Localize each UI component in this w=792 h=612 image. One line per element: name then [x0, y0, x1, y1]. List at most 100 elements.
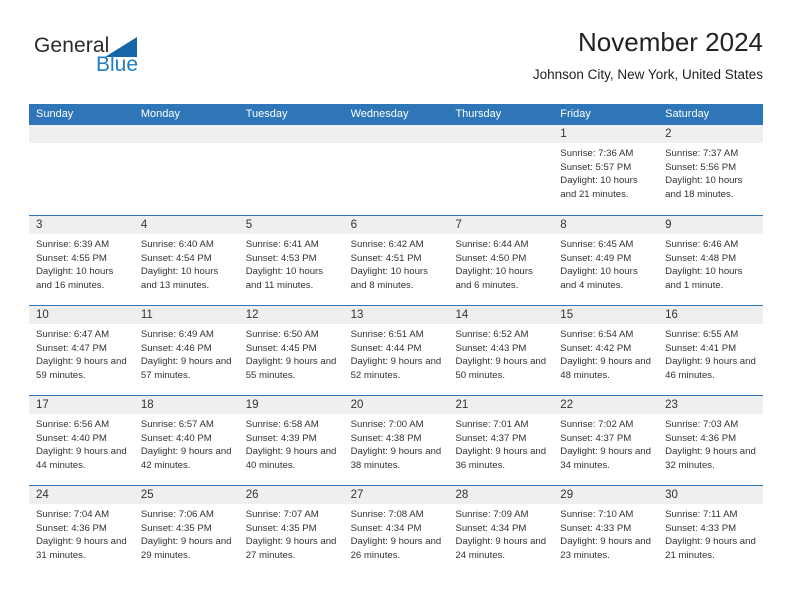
- day-sun-info: Sunrise: 7:03 AM Sunset: 4:36 PM Daylight:…: [658, 414, 763, 472]
- calendar-day-cell[interactable]: 17 Sunrise: 6:56 AM Sunset: 4:40 PM Dayligh…: [29, 396, 134, 485]
- calendar-day-cell[interactable]: 3 Sunrise: 6:39 AM Sunset: 4:55 PM Daylight…: [29, 216, 134, 305]
- calendar-day-cell[interactable]: 14 Sunrise: 6:52 AM Sunset: 4:43 PM Dayligh…: [448, 306, 554, 395]
- calendar-day-cell[interactable]: 1 Sunrise: 7:36 AM Sunset: 5:57 PM Daylight…: [553, 125, 659, 215]
- calendar-day-cell[interactable]: 13 Sunrise: 6:51 AM Sunset: 4:44 PM Dayligh…: [343, 306, 449, 395]
- calendar-day-cell[interactable]: 12 Sunrise: 6:50 AM Sunset: 4:45 PM Dayligh…: [238, 306, 344, 395]
- daylight-text: Daylight: 9 hours and 44 minutes.: [36, 446, 127, 471]
- calendar-day-cell[interactable]: 15 Sunrise: 6:54 AM Sunset: 4:42 PM Dayligh…: [553, 306, 659, 395]
- sunset-text: Sunset: 5:57 PM: [560, 161, 632, 173]
- sunrise-text: Sunrise: 6:51 AM: [350, 329, 424, 340]
- day-number: 17: [29, 396, 134, 414]
- sunset-text: Sunset: 4:37 PM: [560, 432, 632, 444]
- day-sun-info: Sunrise: 6:50 AM Sunset: 4:45 PM Daylight:…: [239, 324, 344, 382]
- sunrise-text: Sunrise: 7:01 AM: [455, 419, 529, 430]
- calendar-day-cell[interactable]: 10 Sunrise: 6:47 AM Sunset: 4:47 PM Dayligh…: [29, 306, 134, 395]
- sunset-text: Sunset: 4:40 PM: [140, 432, 212, 444]
- calendar-day-cell[interactable]: 16 Sunrise: 6:55 AM Sunset: 4:41 PM Dayligh…: [658, 306, 764, 395]
- calendar-day-cell[interactable]: 9 Sunrise: 6:46 AM Sunset: 4:48 PM Daylight…: [658, 216, 764, 305]
- day-sun-info: Sunrise: 6:42 AM Sunset: 4:51 PM Daylight:…: [344, 234, 449, 292]
- calendar-day-cell[interactable]: 4 Sunrise: 6:40 AM Sunset: 4:54 PM Daylight…: [133, 216, 239, 305]
- day-sun-info: Sunrise: 6:44 AM Sunset: 4:50 PM Daylight:…: [448, 234, 553, 292]
- calendar-day-cell[interactable]: 30 Sunrise: 7:11 AM Sunset: 4:33 PM Dayligh…: [658, 486, 764, 575]
- calendar-day-cell[interactable]: 8 Sunrise: 6:45 AM Sunset: 4:49 PM Daylight…: [553, 216, 659, 305]
- day-sun-info: Sunrise: 7:36 AM Sunset: 5:57 PM Daylight:…: [553, 143, 658, 201]
- daylight-text: Daylight: 10 hours and 13 minutes.: [140, 266, 219, 291]
- day-number: [29, 125, 134, 143]
- daylight-text: Daylight: 9 hours and 59 minutes.: [36, 356, 127, 381]
- day-sun-info: Sunrise: 6:57 AM Sunset: 4:40 PM Daylight:…: [134, 414, 239, 472]
- day-number: 29: [553, 486, 659, 504]
- calendar-day-cell[interactable]: 11 Sunrise: 6:49 AM Sunset: 4:46 PM Dayligh…: [133, 306, 239, 395]
- weekday-header-tuesday: Tuesday: [245, 108, 288, 120]
- day-number: 30: [658, 486, 764, 504]
- sunrise-text: Sunrise: 6:42 AM: [350, 239, 424, 250]
- calendar-day-cell[interactable]: 29 Sunrise: 7:10 AM Sunset: 4:33 PM Dayligh…: [553, 486, 659, 575]
- calendar-day-cell[interactable]: 24 Sunrise: 7:04 AM Sunset: 4:36 PM Dayligh…: [29, 486, 134, 575]
- day-number: 14: [448, 306, 554, 324]
- day-number: 16: [658, 306, 764, 324]
- day-number: 9: [658, 216, 764, 234]
- calendar-day-cell[interactable]: 21 Sunrise: 7:01 AM Sunset: 4:37 PM Dayligh…: [448, 396, 554, 485]
- sunrise-text: Sunrise: 6:54 AM: [560, 329, 634, 340]
- sunrise-text: Sunrise: 6:52 AM: [455, 329, 529, 340]
- calendar-day-cell[interactable]: 2 Sunrise: 7:37 AM Sunset: 5:56 PM Daylight…: [658, 125, 764, 215]
- calendar-day-cell[interactable]: 26 Sunrise: 7:07 AM Sunset: 4:35 PM Dayligh…: [238, 486, 344, 575]
- daylight-text: Daylight: 9 hours and 26 minutes.: [350, 536, 442, 561]
- day-sun-info: Sunrise: 7:00 AM Sunset: 4:38 PM Daylight:…: [344, 414, 449, 472]
- sunset-text: Sunset: 4:55 PM: [36, 252, 107, 264]
- day-number: 1: [553, 125, 659, 143]
- sunrise-text: Sunrise: 6:45 AM: [560, 239, 634, 250]
- daylight-text: Daylight: 10 hours and 8 minutes.: [350, 266, 428, 291]
- daylight-text: Daylight: 9 hours and 21 minutes.: [665, 536, 756, 561]
- calendar-day-cell[interactable]: 7 Sunrise: 6:44 AM Sunset: 4:50 PM Daylight…: [448, 216, 554, 305]
- sunrise-text: Sunrise: 7:04 AM: [36, 509, 110, 520]
- day-number: [343, 125, 449, 143]
- day-number: 5: [238, 216, 344, 234]
- weekday-header-thursday: Thursday: [455, 108, 502, 120]
- page-header: General Blue November 2024 Johnson City,…: [29, 26, 763, 98]
- weekday-header-friday: Friday: [560, 108, 591, 120]
- sunrise-text: Sunrise: 7:00 AM: [350, 419, 424, 430]
- title-block: November 2024 Johnson City, New York, Un…: [263, 26, 763, 85]
- sunrise-text: Sunrise: 7:06 AM: [140, 509, 214, 520]
- daylight-text: Daylight: 9 hours and 23 minutes.: [560, 536, 651, 561]
- calendar-day-cell[interactable]: 23 Sunrise: 7:03 AM Sunset: 4:36 PM Dayligh…: [658, 396, 764, 485]
- calendar-day-cell[interactable]: 20 Sunrise: 7:00 AM Sunset: 4:38 PM Dayligh…: [343, 396, 449, 485]
- day-number: 27: [343, 486, 449, 504]
- sunrise-text: Sunrise: 6:49 AM: [140, 329, 214, 340]
- day-number: 6: [343, 216, 449, 234]
- sunset-text: Sunset: 4:35 PM: [245, 522, 317, 534]
- calendar-day-cell[interactable]: 6 Sunrise: 6:42 AM Sunset: 4:51 PM Daylight…: [343, 216, 449, 305]
- day-sun-info: Sunrise: 7:02 AM Sunset: 4:37 PM Daylight:…: [553, 414, 658, 472]
- calendar-day-cell[interactable]: 18 Sunrise: 6:57 AM Sunset: 4:40 PM Dayligh…: [133, 396, 239, 485]
- calendar-day-cell-empty: [343, 125, 449, 215]
- calendar-day-cell[interactable]: 22 Sunrise: 7:02 AM Sunset: 4:37 PM Dayligh…: [553, 396, 659, 485]
- day-number: 21: [448, 396, 554, 414]
- daylight-text: Daylight: 9 hours and 38 minutes.: [350, 446, 442, 471]
- calendar-day-cell[interactable]: 25 Sunrise: 7:06 AM Sunset: 4:35 PM Dayligh…: [133, 486, 239, 575]
- calendar-table: Sunday Monday Tuesday Wednesday Thursday Frid…: [29, 104, 764, 575]
- calendar-day-cell[interactable]: 27 Sunrise: 7:08 AM Sunset: 4:34 PM Dayligh…: [343, 486, 449, 575]
- calendar-day-cell[interactable]: 28 Sunrise: 7:09 AM Sunset: 4:34 PM Dayligh…: [448, 486, 554, 575]
- day-sun-info: Sunrise: 7:07 AM Sunset: 4:35 PM Daylight:…: [239, 504, 344, 562]
- sunset-text: Sunset: 4:39 PM: [245, 432, 317, 444]
- day-sun-info: Sunrise: 7:10 AM Sunset: 4:33 PM Daylight:…: [553, 504, 658, 562]
- sunset-text: Sunset: 4:53 PM: [245, 252, 317, 264]
- daylight-text: Daylight: 9 hours and 55 minutes.: [245, 356, 337, 381]
- day-number: 12: [238, 306, 344, 324]
- sunrise-text: Sunrise: 6:50 AM: [245, 329, 319, 340]
- day-number: [448, 125, 554, 143]
- calendar-day-cell-empty: [29, 125, 134, 215]
- day-sun-info: Sunrise: 6:40 AM Sunset: 4:54 PM Daylight:…: [134, 234, 239, 292]
- calendar-day-cell[interactable]: 5 Sunrise: 6:41 AM Sunset: 4:53 PM Daylight…: [238, 216, 344, 305]
- day-number: 11: [133, 306, 239, 324]
- sunset-text: Sunset: 4:47 PM: [36, 342, 107, 354]
- calendar-day-cell[interactable]: 19 Sunrise: 6:58 AM Sunset: 4:39 PM Dayligh…: [238, 396, 344, 485]
- sunset-text: Sunset: 4:35 PM: [140, 522, 212, 534]
- calendar-week-row: 17 Sunrise: 6:56 AM Sunset: 4:40 PM Dayligh…: [29, 395, 764, 485]
- day-sun-info: Sunrise: 6:55 AM Sunset: 4:41 PM Daylight:…: [658, 324, 763, 382]
- sunset-text: Sunset: 4:44 PM: [350, 342, 422, 354]
- daylight-text: Daylight: 9 hours and 42 minutes.: [140, 446, 232, 471]
- sunset-text: Sunset: 4:37 PM: [455, 432, 527, 444]
- day-number: 24: [29, 486, 134, 504]
